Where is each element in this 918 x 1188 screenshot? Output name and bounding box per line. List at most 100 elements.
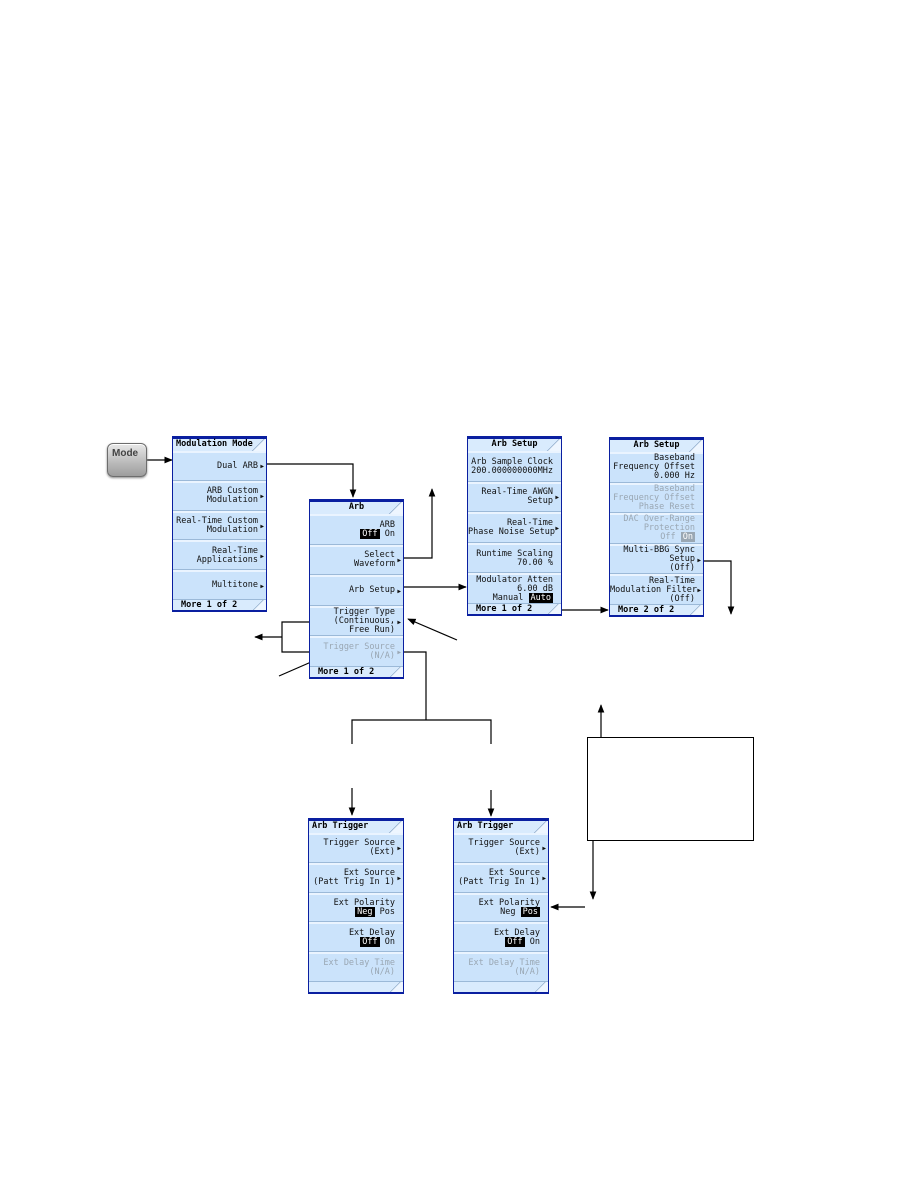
submenu-arrow-icon: ▶ <box>397 875 401 883</box>
toggle-option-off: Off <box>660 532 676 543</box>
submenu-arrow-icon: ▶ <box>260 522 264 530</box>
pointer-trigger-type <box>407 618 458 641</box>
softkey[interactable]: Real-Time Modulation Filter (Off) ▶ <box>610 574 703 605</box>
more-page-indicator[interactable]: More 1 of 2 <box>310 666 403 679</box>
softkey[interactable]: Real-Time Applications ▶ <box>173 540 266 571</box>
submenu-arrow-icon: ▶ <box>397 557 401 565</box>
submenu-arrow-icon: ▶ <box>697 587 701 595</box>
toggle-option-on: On <box>384 936 395 947</box>
softkey[interactable]: Real-Time Custom Modulation ▶ <box>173 510 266 541</box>
menu-title: Arb Trigger <box>309 818 403 833</box>
softkey: Trigger Source (N/A) ▶ <box>310 636 403 667</box>
toggle-option-off: Off <box>505 936 525 947</box>
menu-arb-trigger-pos: Arb Trigger Trigger Source (Ext) ▶ Ext Sourc… <box>453 818 549 994</box>
softkey[interactable]: Arb Sample Clock 200.000000000MHz <box>468 451 561 482</box>
softkey[interactable]: Ext Source (Patt Trig In 1) ▶ <box>454 862 548 893</box>
softkey[interactable]: ARB Off On <box>310 514 403 545</box>
softkey-label: (Ext) <box>369 847 395 858</box>
toggle-options: Off On <box>610 532 695 543</box>
softkey: DAC Over-Range Protection Off On <box>610 513 703 544</box>
softkey-label: 0.000 Hz <box>654 471 695 482</box>
toggle-option-pos: Pos <box>379 906 395 917</box>
softkey[interactable]: Select Waveform ▶ <box>310 544 403 576</box>
softkey-label: (N/A) <box>369 651 395 662</box>
softkey[interactable]: Real-Time Phase Noise Setup ▶ <box>468 512 561 543</box>
softkey[interactable]: Real-Time AWGN Setup ▶ <box>468 481 561 513</box>
menu-title: Arb Setup <box>610 437 703 452</box>
toggle-options: Off On <box>309 936 395 947</box>
softkey[interactable]: ARB Custom Modulation ▶ <box>173 480 266 511</box>
mode-hardkey-label: Mode <box>112 448 139 459</box>
softkey[interactable]: Ext Source (Patt Trig In 1) ▶ <box>309 862 403 893</box>
menu-title: Arb <box>310 499 403 514</box>
toggle-options: Neg Pos <box>309 906 395 917</box>
toggle-option-neg: Neg <box>500 906 516 917</box>
menu-arb-setup-page1: Arb Setup Arb Sample Clock 200.000000000MH… <box>467 436 562 616</box>
toggle-option-on: On <box>384 528 395 539</box>
softkey-label: Free Run) <box>348 625 395 636</box>
menu-arb-trigger-neg: Arb Trigger Trigger Source (Ext) ▶ Ext Sourc… <box>308 818 404 994</box>
more-page-indicator[interactable]: More 1 of 2 <box>173 599 266 612</box>
softkey-label: (N/A) <box>514 966 540 977</box>
connector-diagram <box>147 456 735 911</box>
softkey[interactable]: Ext Delay Off On <box>454 922 548 953</box>
softkey[interactable]: Dual ARB ▶ <box>173 451 266 481</box>
toggle-option-auto: Auto <box>528 592 553 603</box>
submenu-arrow-icon: ▶ <box>555 494 559 502</box>
softkey[interactable]: Ext Polarity Neg Pos <box>454 892 548 923</box>
toggle-option-pos: Pos <box>520 906 540 917</box>
submenu-arrow-icon: ▶ <box>397 618 401 626</box>
softkey[interactable]: Ext Delay Off On <box>309 922 403 953</box>
submenu-arrow-icon: ▶ <box>260 552 264 560</box>
softkey-label: (Patt Trig In 1) <box>458 877 540 888</box>
softkey-label: Phase Reset <box>638 501 695 512</box>
menu-title: Arb Setup <box>468 436 561 451</box>
softkey[interactable]: Baseband Frequency Offset 0.000 Hz <box>610 452 703 483</box>
menu-title: Arb Trigger <box>454 818 548 833</box>
submenu-arrow-icon: ▶ <box>397 649 401 657</box>
arrow-select-waveform-up <box>404 488 436 559</box>
menu-arb: Arb ARB Off On Select Waveform ▶ Arb Setup ▶ Tri… <box>309 499 404 679</box>
softkey-label: (Off) <box>669 563 695 574</box>
more-page-indicator[interactable]: More 2 of 2 <box>610 604 703 617</box>
softkey[interactable]: Trigger Type (Continuous, Free Run) ▶ <box>310 605 403 637</box>
softkey-label: Setup <box>527 496 553 507</box>
softkey-label: Modulation <box>206 495 258 506</box>
softkey: Baseband Frequency Offset Phase Reset <box>610 482 703 514</box>
softkey-label: (N/A) <box>369 966 395 977</box>
softkey[interactable]: Trigger Source (Ext) ▶ <box>309 833 403 863</box>
softkey-label: 200.000000000MHz <box>471 465 553 476</box>
toggle-option-off: Off <box>360 528 380 539</box>
toggle-options: Manual Auto <box>468 592 553 603</box>
toggle-options: Neg Pos <box>454 906 540 917</box>
arrow-multi-bbg-down <box>701 560 735 615</box>
softkey[interactable]: Multitone ▶ <box>173 570 266 600</box>
toggle-option-on: On <box>680 532 695 543</box>
softkey[interactable]: Multi-BBG Sync Setup (Off) ▶ <box>610 543 703 575</box>
softkey-label: 70.00 % <box>517 557 553 568</box>
submenu-arrow-icon: ▶ <box>260 463 264 471</box>
menu-modulation-mode: Modulation Mode Dual ARB ▶ ARB Custom Modula… <box>172 436 267 612</box>
softkey-label: Dual ARB <box>217 460 258 471</box>
submenu-arrow-icon: ▶ <box>542 845 546 853</box>
more-page-indicator[interactable]: More 1 of 2 <box>468 603 561 616</box>
arrow-dual-arb-to-arb <box>266 463 357 498</box>
submenu-arrow-icon: ▶ <box>397 845 401 853</box>
softkey[interactable]: Arb Setup ▶ <box>310 575 403 606</box>
submenu-arrow-icon: ▶ <box>542 875 546 883</box>
submenu-arrow-icon: ▶ <box>697 556 701 564</box>
toggle-options: Off On <box>310 528 395 539</box>
softkey[interactable]: Ext Polarity Neg Pos <box>309 892 403 923</box>
submenu-arrow-icon: ▶ <box>397 587 401 595</box>
softkey-label: Modulation <box>206 524 258 535</box>
softkey[interactable]: Runtime Scaling 70.00 % <box>468 542 561 574</box>
submenu-arrow-icon: ▶ <box>260 493 264 501</box>
toggle-option-neg: Neg <box>355 906 375 917</box>
softkey[interactable]: Trigger Source (Ext) ▶ <box>454 833 548 863</box>
softkey-label: (Patt Trig In 1) <box>313 877 395 888</box>
more-page-indicator <box>454 981 548 994</box>
softkey[interactable]: Modulator Atten 6.00 dB Manual Auto <box>468 573 561 604</box>
softkey: Ext Delay Time (N/A) <box>454 952 548 982</box>
submenu-arrow-icon: ▶ <box>260 582 264 590</box>
mode-hardkey[interactable]: Mode <box>107 443 147 477</box>
